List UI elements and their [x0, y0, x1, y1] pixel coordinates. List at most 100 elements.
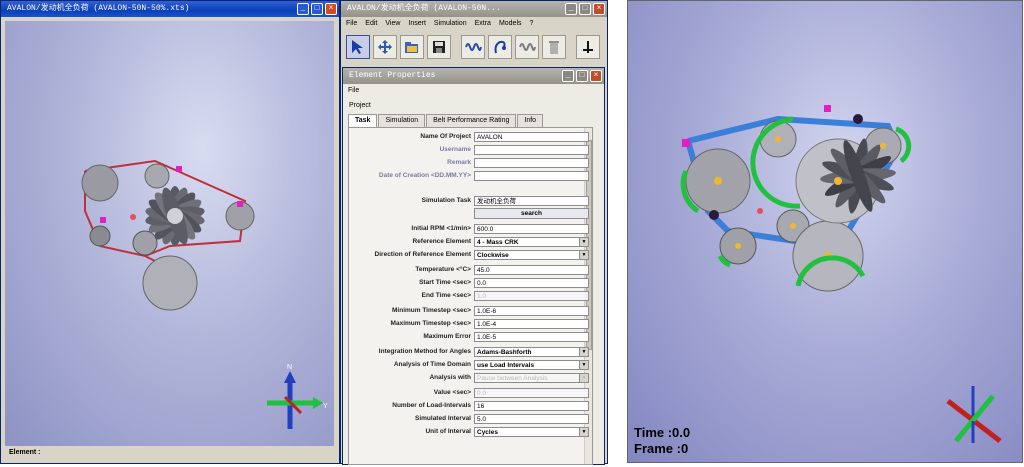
menu-models[interactable]: Models [499, 17, 522, 31]
maximize-icon[interactable]: □ [576, 70, 588, 82]
menu-file[interactable]: File [346, 17, 357, 31]
maximize-icon[interactable]: □ [579, 3, 591, 15]
field-input[interactable]: 45.0 [474, 265, 589, 275]
arrow-select-icon[interactable] [346, 35, 370, 59]
trash-icon[interactable] [542, 35, 566, 59]
field-input[interactable]: 0.0 [474, 388, 589, 398]
open-folder-icon[interactable] [400, 35, 424, 59]
select-value: Adams-Bashforth [477, 349, 532, 356]
properties-menu-file[interactable]: File [348, 84, 359, 98]
project-label: Project [349, 102, 371, 109]
3d-viewport-left[interactable]: N Y [5, 21, 334, 446]
left-window-title: AVALON/发动机全负荷 (AVALON-50N-50%.xts) [7, 4, 190, 13]
close-icon[interactable]: × [325, 3, 337, 15]
minimize-icon[interactable]: _ [562, 70, 574, 82]
tab-belt-performance-rating[interactable]: Belt Performance Rating [426, 114, 517, 127]
field-select[interactable]: Cycles ▼ [474, 427, 589, 437]
select-value: use Load Intervals [477, 362, 535, 369]
menu-edit[interactable]: Edit [365, 17, 377, 31]
chevron-down-icon[interactable]: ▼ [579, 428, 588, 436]
status-element-label: Element : [9, 449, 41, 456]
field-label: Simulated Interval [415, 415, 471, 422]
form-row: Maximum Error 1.0E-5 [349, 331, 592, 343]
spring-icon[interactable] [461, 35, 485, 59]
main-window-titlebar[interactable]: AVALON/发动机全负荷 (AVALON-50N... _ □ × [341, 1, 607, 17]
tab-task[interactable]: Task [348, 114, 378, 127]
field-label: Name Of Project [420, 133, 471, 140]
maximize-icon[interactable]: □ [311, 3, 323, 15]
field-label: Temperature <°C> [415, 266, 471, 273]
field-label: End Time <sec> [421, 292, 471, 299]
chevron-down-icon[interactable]: ▼ [579, 374, 588, 382]
field-select[interactable]: use Load Intervals ▼ [474, 360, 589, 370]
field-input[interactable]: AVALON [474, 132, 589, 142]
menu-extra[interactable]: Extra [475, 17, 491, 31]
belt-drive-model-right [680, 105, 1002, 443]
field-input[interactable]: 600.0 [474, 224, 589, 234]
field-input[interactable] [474, 145, 589, 155]
field-label: Analysis of Time Domain [393, 361, 471, 368]
close-icon[interactable]: × [593, 3, 605, 15]
element-properties-titlebar[interactable]: Element Properties _ □ × [343, 68, 604, 84]
belt-icon[interactable] [488, 35, 512, 59]
move-icon[interactable] [373, 35, 397, 59]
menu-help[interactable]: ? [530, 17, 534, 31]
spring-icon-2[interactable] [515, 35, 539, 59]
minimize-icon[interactable]: _ [565, 3, 577, 15]
element-properties-window: Element Properties _ □ × File Project Ta… [342, 67, 605, 465]
field-label: Maximum Timestep <sec> [390, 320, 471, 327]
field-label: Unit of Interval [425, 428, 471, 435]
field-label: Minimum Timestep <sec> [392, 307, 471, 314]
field-input[interactable]: 1.0E-4 [474, 319, 589, 329]
form-row: Integration Method for Angles Adams-Bashf… [349, 346, 592, 358]
field-input[interactable]: 5.0 [474, 414, 589, 424]
chevron-down-icon[interactable]: ▼ [579, 361, 588, 369]
minimize-icon[interactable]: _ [297, 3, 309, 15]
form-row: Direction of Reference Element Clockwise ▼ [349, 249, 592, 261]
field-input[interactable] [474, 158, 589, 168]
form-row: Date of Creation <DD.MM.YY> [349, 170, 592, 182]
field-input[interactable]: 1.0E-6 [474, 306, 589, 316]
close-icon[interactable]: × [590, 70, 602, 82]
menu-view[interactable]: View [385, 17, 400, 31]
field-select[interactable]: 4 - Mass CRK ▼ [474, 237, 589, 247]
form-row: Maximum Timestep <sec> 1.0E-4 [349, 318, 592, 330]
field-input[interactable] [474, 171, 589, 181]
main-toolbar [342, 32, 606, 62]
form-row: Number of Load-Intervals 16 [349, 400, 592, 412]
task-form: Name Of Project AVALON Username Remark Date … [348, 127, 593, 465]
save-icon[interactable] [427, 35, 451, 59]
field-label: Remark [447, 159, 471, 166]
field-input[interactable]: 发动机全负荷 [474, 196, 589, 206]
form-row: Analysis with Pause between Analysis ▼ [349, 372, 592, 384]
chevron-down-icon[interactable]: ▼ [579, 251, 588, 259]
field-label: Direction of Reference Element [374, 251, 471, 258]
field-select[interactable]: Pause between Analysis ▼ [474, 373, 589, 383]
main-window-title: AVALON/发动机全负荷 (AVALON-50N... [347, 4, 501, 13]
menu-simulation[interactable]: Simulation [434, 17, 467, 31]
menu-insert[interactable]: Insert [408, 17, 426, 31]
left-viewer-window: AVALON/发动机全负荷 (AVALON-50N-50%.xts) _ □ × [0, 0, 340, 464]
axis-label-y: Y [323, 403, 328, 410]
field-select[interactable]: Clockwise ▼ [474, 250, 589, 260]
form-row: search [349, 208, 592, 220]
tab-info[interactable]: Info [517, 114, 544, 127]
field-input[interactable]: 1.0E-5 [474, 332, 589, 342]
chevron-down-icon[interactable]: ▼ [579, 238, 588, 246]
search-button[interactable]: search [474, 208, 589, 219]
3d-viewport-right[interactable]: Time :0.0 Frame :0 [627, 0, 1023, 463]
select-value: Cycles [477, 429, 498, 436]
chevron-down-icon[interactable]: ▼ [579, 348, 588, 356]
belt-drive-model-left: N Y [81, 159, 328, 429]
field-input[interactable]: 0.0 [474, 278, 589, 288]
tab-simulation[interactable]: Simulation [378, 114, 426, 127]
field-label: Initial RPM <1/min> [411, 225, 471, 232]
field-input[interactable]: 1.0 [474, 291, 589, 301]
field-select[interactable]: Adams-Bashforth ▼ [474, 347, 589, 357]
field-label: Number of Load-Intervals [392, 402, 471, 409]
form-row: Minimum Timestep <sec> 1.0E-6 [349, 305, 592, 317]
field-label: Reference Element [412, 238, 471, 245]
axis-tool-icon[interactable] [576, 35, 600, 59]
left-window-titlebar[interactable]: AVALON/发动机全负荷 (AVALON-50N-50%.xts) _ □ × [1, 1, 339, 17]
field-input[interactable]: 16 [474, 401, 589, 411]
